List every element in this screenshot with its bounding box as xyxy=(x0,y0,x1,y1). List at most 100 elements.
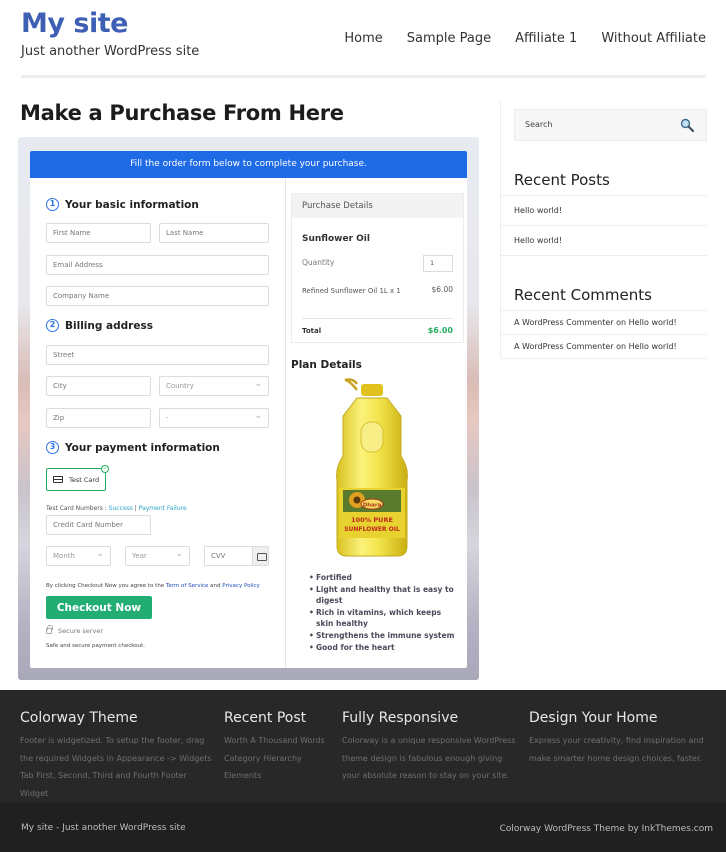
search-placeholder: Search xyxy=(525,120,553,129)
lock-icon xyxy=(46,625,53,634)
order-form-column: 1 Your basic information First Name Last… xyxy=(30,178,286,668)
footer-site-credit[interactable]: My site - Just another WordPress site xyxy=(21,823,186,833)
line-item: Refined Sunflower Oil 1L x 1 xyxy=(302,287,401,295)
footer-post-link[interactable]: Worth A Thousand Words xyxy=(224,732,334,750)
footer-col-design-home: Design Your Home Express your creativity… xyxy=(529,710,721,767)
test-success-link[interactable]: Success xyxy=(109,505,133,512)
footer-post-link[interactable]: Category Hierarchy xyxy=(224,750,334,768)
cvv-input[interactable]: CVV xyxy=(204,546,269,566)
feature-item: Strengthens the immune system xyxy=(309,630,459,642)
country-select[interactable]: Country xyxy=(159,375,269,396)
footer-heading: Fully Responsive xyxy=(342,710,459,726)
footer-bottom-bar: My site - Just another WordPress site Co… xyxy=(0,803,726,852)
recent-posts-title: Recent Posts xyxy=(514,171,610,189)
bottle-label-bottom: SUNFLOWER OIL xyxy=(344,526,400,533)
footer-heading: Recent Post xyxy=(224,710,307,726)
total-label: Total xyxy=(302,327,322,335)
footer-post-link[interactable]: Elements xyxy=(224,767,334,785)
feature-item: Fortified xyxy=(309,572,459,584)
nav-without-affiliate[interactable]: Without Affiliate xyxy=(601,31,706,46)
footer-heading: Design Your Home xyxy=(529,710,658,726)
check-icon: ✓ xyxy=(101,465,109,473)
state-select[interactable]: - xyxy=(159,407,269,428)
quantity-input[interactable]: 1 xyxy=(423,255,453,272)
footer-col-colorway: Colorway Theme Footer is widgetized. To … xyxy=(20,710,215,802)
bottle-brand: Dhara xyxy=(363,503,382,509)
terms-and: and xyxy=(208,583,223,589)
last-name-input[interactable]: Last Name xyxy=(159,223,269,243)
footer-col-responsive: Fully Responsive Colorway is a unique re… xyxy=(342,710,518,785)
card-icon xyxy=(252,547,268,565)
plan-details-title: Plan Details xyxy=(291,359,362,371)
footer-text: Footer is widgetized. To setup the foote… xyxy=(20,736,212,798)
search-input[interactable]: Search xyxy=(514,109,707,141)
test-card-numbers: Test Card Numbers : Success | Payment Fa… xyxy=(46,505,187,512)
feature-item: Good for the heart xyxy=(309,642,459,654)
recent-post-link[interactable]: Hello world! xyxy=(501,196,707,226)
feature-item: Light and healthy that is easy to digest xyxy=(309,584,459,607)
header-divider xyxy=(21,75,706,78)
safe-checkout-text: Safe and secure payment checkout. xyxy=(46,643,145,649)
step-billing: 2 Billing address xyxy=(46,319,153,332)
nav-affiliate-1[interactable]: Affiliate 1 xyxy=(515,31,577,46)
terms-of-service-link[interactable]: Term of Service xyxy=(166,583,208,589)
sidebar: Search Recent Posts Hello world! Hello w… xyxy=(500,100,707,359)
test-failure-link[interactable]: Payment Failure xyxy=(139,505,187,512)
company-input[interactable]: Company Name xyxy=(46,286,269,306)
footer-text: Colorway is a unique responsive WordPres… xyxy=(342,736,516,780)
year-select[interactable]: Year xyxy=(125,545,190,566)
line-item-price: $6.00 xyxy=(431,285,453,294)
email-input[interactable]: Email Address xyxy=(46,255,269,275)
footer-theme-credit[interactable]: Colorway WordPress Theme by InkThemes.co… xyxy=(500,824,713,834)
recent-post-link[interactable]: Hello world! xyxy=(501,226,707,256)
site-title[interactable]: My site xyxy=(21,8,128,39)
step-number-icon: 1 xyxy=(46,198,59,211)
purchase-details: Purchase Details Sunflower Oil Quantity … xyxy=(291,193,464,343)
step-label: Your payment information xyxy=(65,441,220,454)
step-number-icon: 2 xyxy=(46,319,59,332)
bottle-label-top: 100% PURE xyxy=(351,516,393,524)
checkout-background: Fill the order form below to complete yo… xyxy=(18,137,479,680)
nav-sample-page[interactable]: Sample Page xyxy=(407,31,491,46)
zip-input[interactable]: Zip xyxy=(46,408,151,428)
step-label: Billing address xyxy=(65,319,153,332)
card-number-input[interactable]: Credit Card Number xyxy=(46,515,151,535)
credit-card-icon xyxy=(53,476,63,483)
secure-label: Secure server xyxy=(58,627,103,635)
product-name: Sunflower Oil xyxy=(302,234,370,244)
privacy-policy-link[interactable]: Privacy Policy xyxy=(222,583,259,589)
quantity-label: Quantity xyxy=(302,258,335,267)
purchase-details-heading: Purchase Details xyxy=(292,194,463,218)
recent-comment-link[interactable]: A WordPress Commenter on Hello world! xyxy=(501,335,707,359)
search-icon[interactable] xyxy=(680,118,694,132)
checkout-now-button[interactable]: Checkout Now xyxy=(46,596,152,619)
footer-col-recent-post: Recent Post Worth A Thousand Words Categ… xyxy=(224,710,334,785)
footer-widgets: Colorway Theme Footer is widgetized. To … xyxy=(0,690,726,803)
month-select[interactable]: Month xyxy=(46,545,111,566)
checkout-banner: Fill the order form below to complete yo… xyxy=(30,151,467,178)
city-input[interactable]: City xyxy=(46,376,151,396)
page-title: Make a Purchase From Here xyxy=(20,101,344,125)
terms-text: By clicking Checkout Now you agree to th… xyxy=(46,583,260,589)
test-card-option[interactable]: Test Card ✓ xyxy=(46,465,109,491)
recent-comment-link[interactable]: A WordPress Commenter on Hello world! xyxy=(501,311,707,335)
purchase-column: Purchase Details Sunflower Oil Quantity … xyxy=(287,178,467,668)
step-payment: 3 Your payment information xyxy=(46,441,220,454)
feature-item: Rich in vitamins, which keeps skin healt… xyxy=(309,607,459,630)
test-card-label: Test Card xyxy=(69,475,100,484)
footer-heading: Colorway Theme xyxy=(20,710,138,726)
first-name-input[interactable]: First Name xyxy=(46,223,151,243)
street-input[interactable]: Street xyxy=(46,345,269,365)
terms-prefix: By clicking Checkout Now you agree to th… xyxy=(46,583,166,589)
nav-home[interactable]: Home xyxy=(344,31,382,46)
site-tagline: Just another WordPress site xyxy=(21,44,200,59)
cvv-placeholder: CVV xyxy=(211,552,226,560)
step-basic-info: 1 Your basic information xyxy=(46,198,199,211)
main-nav: Home Sample Page Affiliate 1 Without Aff… xyxy=(320,31,706,46)
test-numbers-label: Test Card Numbers : xyxy=(46,505,109,512)
plan-features-list: Fortified Light and healthy that is easy… xyxy=(309,572,459,653)
recent-comments-title: Recent Comments xyxy=(514,286,652,304)
secure-server: Secure server xyxy=(46,625,103,635)
total-value: $6.00 xyxy=(427,326,453,335)
step-label: Your basic information xyxy=(65,198,199,211)
